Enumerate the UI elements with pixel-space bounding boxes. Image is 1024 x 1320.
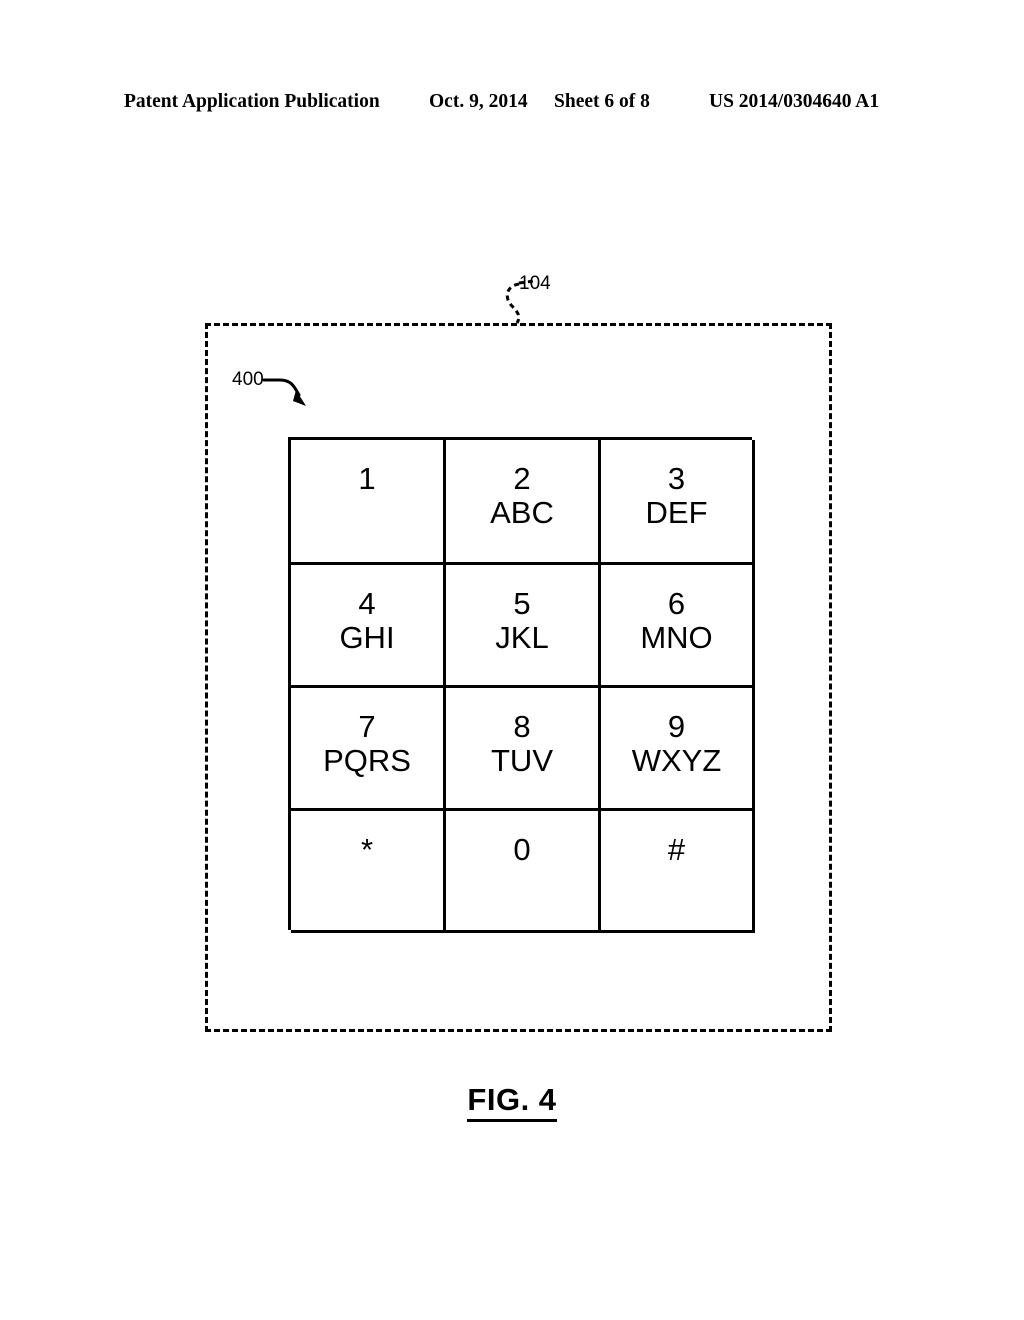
key-digit: 4 <box>358 586 376 621</box>
key-digit: 7 <box>358 709 376 744</box>
keypad-key-2[interactable]: 2 ABC <box>446 440 601 565</box>
key-digit: 3 <box>667 461 686 496</box>
reference-numeral-400: 400 <box>232 369 264 390</box>
figure-caption-text: FIG. 4 <box>467 1082 557 1122</box>
reference-numeral-104: 104 <box>519 273 551 294</box>
key-digit: 9 <box>667 709 686 744</box>
key-letters: PQRS <box>323 743 411 778</box>
keypad-key-pound[interactable]: # <box>601 811 755 933</box>
patent-figure: 104 400 1 2 ABC 3 DEF 4 GHI 5 JKL 6 MNO … <box>0 0 1024 1320</box>
keypad-key-7[interactable]: 7 PQRS <box>291 688 446 811</box>
keypad: 1 2 ABC 3 DEF 4 GHI 5 JKL 6 MNO 7 PQRS 8… <box>288 437 755 933</box>
keypad-key-5[interactable]: 5 JKL <box>446 565 601 688</box>
keypad-key-6[interactable]: 6 MNO <box>601 565 755 688</box>
keypad-key-1[interactable]: 1 <box>291 440 446 565</box>
key-digit: 5 <box>513 586 531 621</box>
key-digit: 8 <box>513 709 531 744</box>
key-letters: MNO <box>640 620 713 655</box>
key-digit: 6 <box>667 586 686 621</box>
keypad-key-3[interactable]: 3 DEF <box>601 440 755 565</box>
keypad-key-star[interactable]: * <box>291 811 446 933</box>
key-letters: JKL <box>495 620 549 655</box>
key-letters: TUV <box>491 743 553 778</box>
key-digit: 2 <box>513 461 531 496</box>
key-digit: 0 <box>513 832 531 867</box>
key-letters: WXYZ <box>631 743 722 778</box>
key-digit: 1 <box>358 461 376 496</box>
key-letters: ABC <box>490 495 554 530</box>
keypad-key-9[interactable]: 9 WXYZ <box>601 688 755 811</box>
keypad-key-0[interactable]: 0 <box>446 811 601 933</box>
key-digit: * <box>360 832 374 867</box>
key-letters: GHI <box>339 620 395 655</box>
key-letters: DEF <box>645 495 708 530</box>
keypad-key-4[interactable]: 4 GHI <box>291 565 446 688</box>
keypad-key-8[interactable]: 8 TUV <box>446 688 601 811</box>
leader-line-400 <box>262 378 306 406</box>
key-digit: # <box>667 832 686 867</box>
figure-caption: FIG. 4 <box>0 1082 1024 1122</box>
